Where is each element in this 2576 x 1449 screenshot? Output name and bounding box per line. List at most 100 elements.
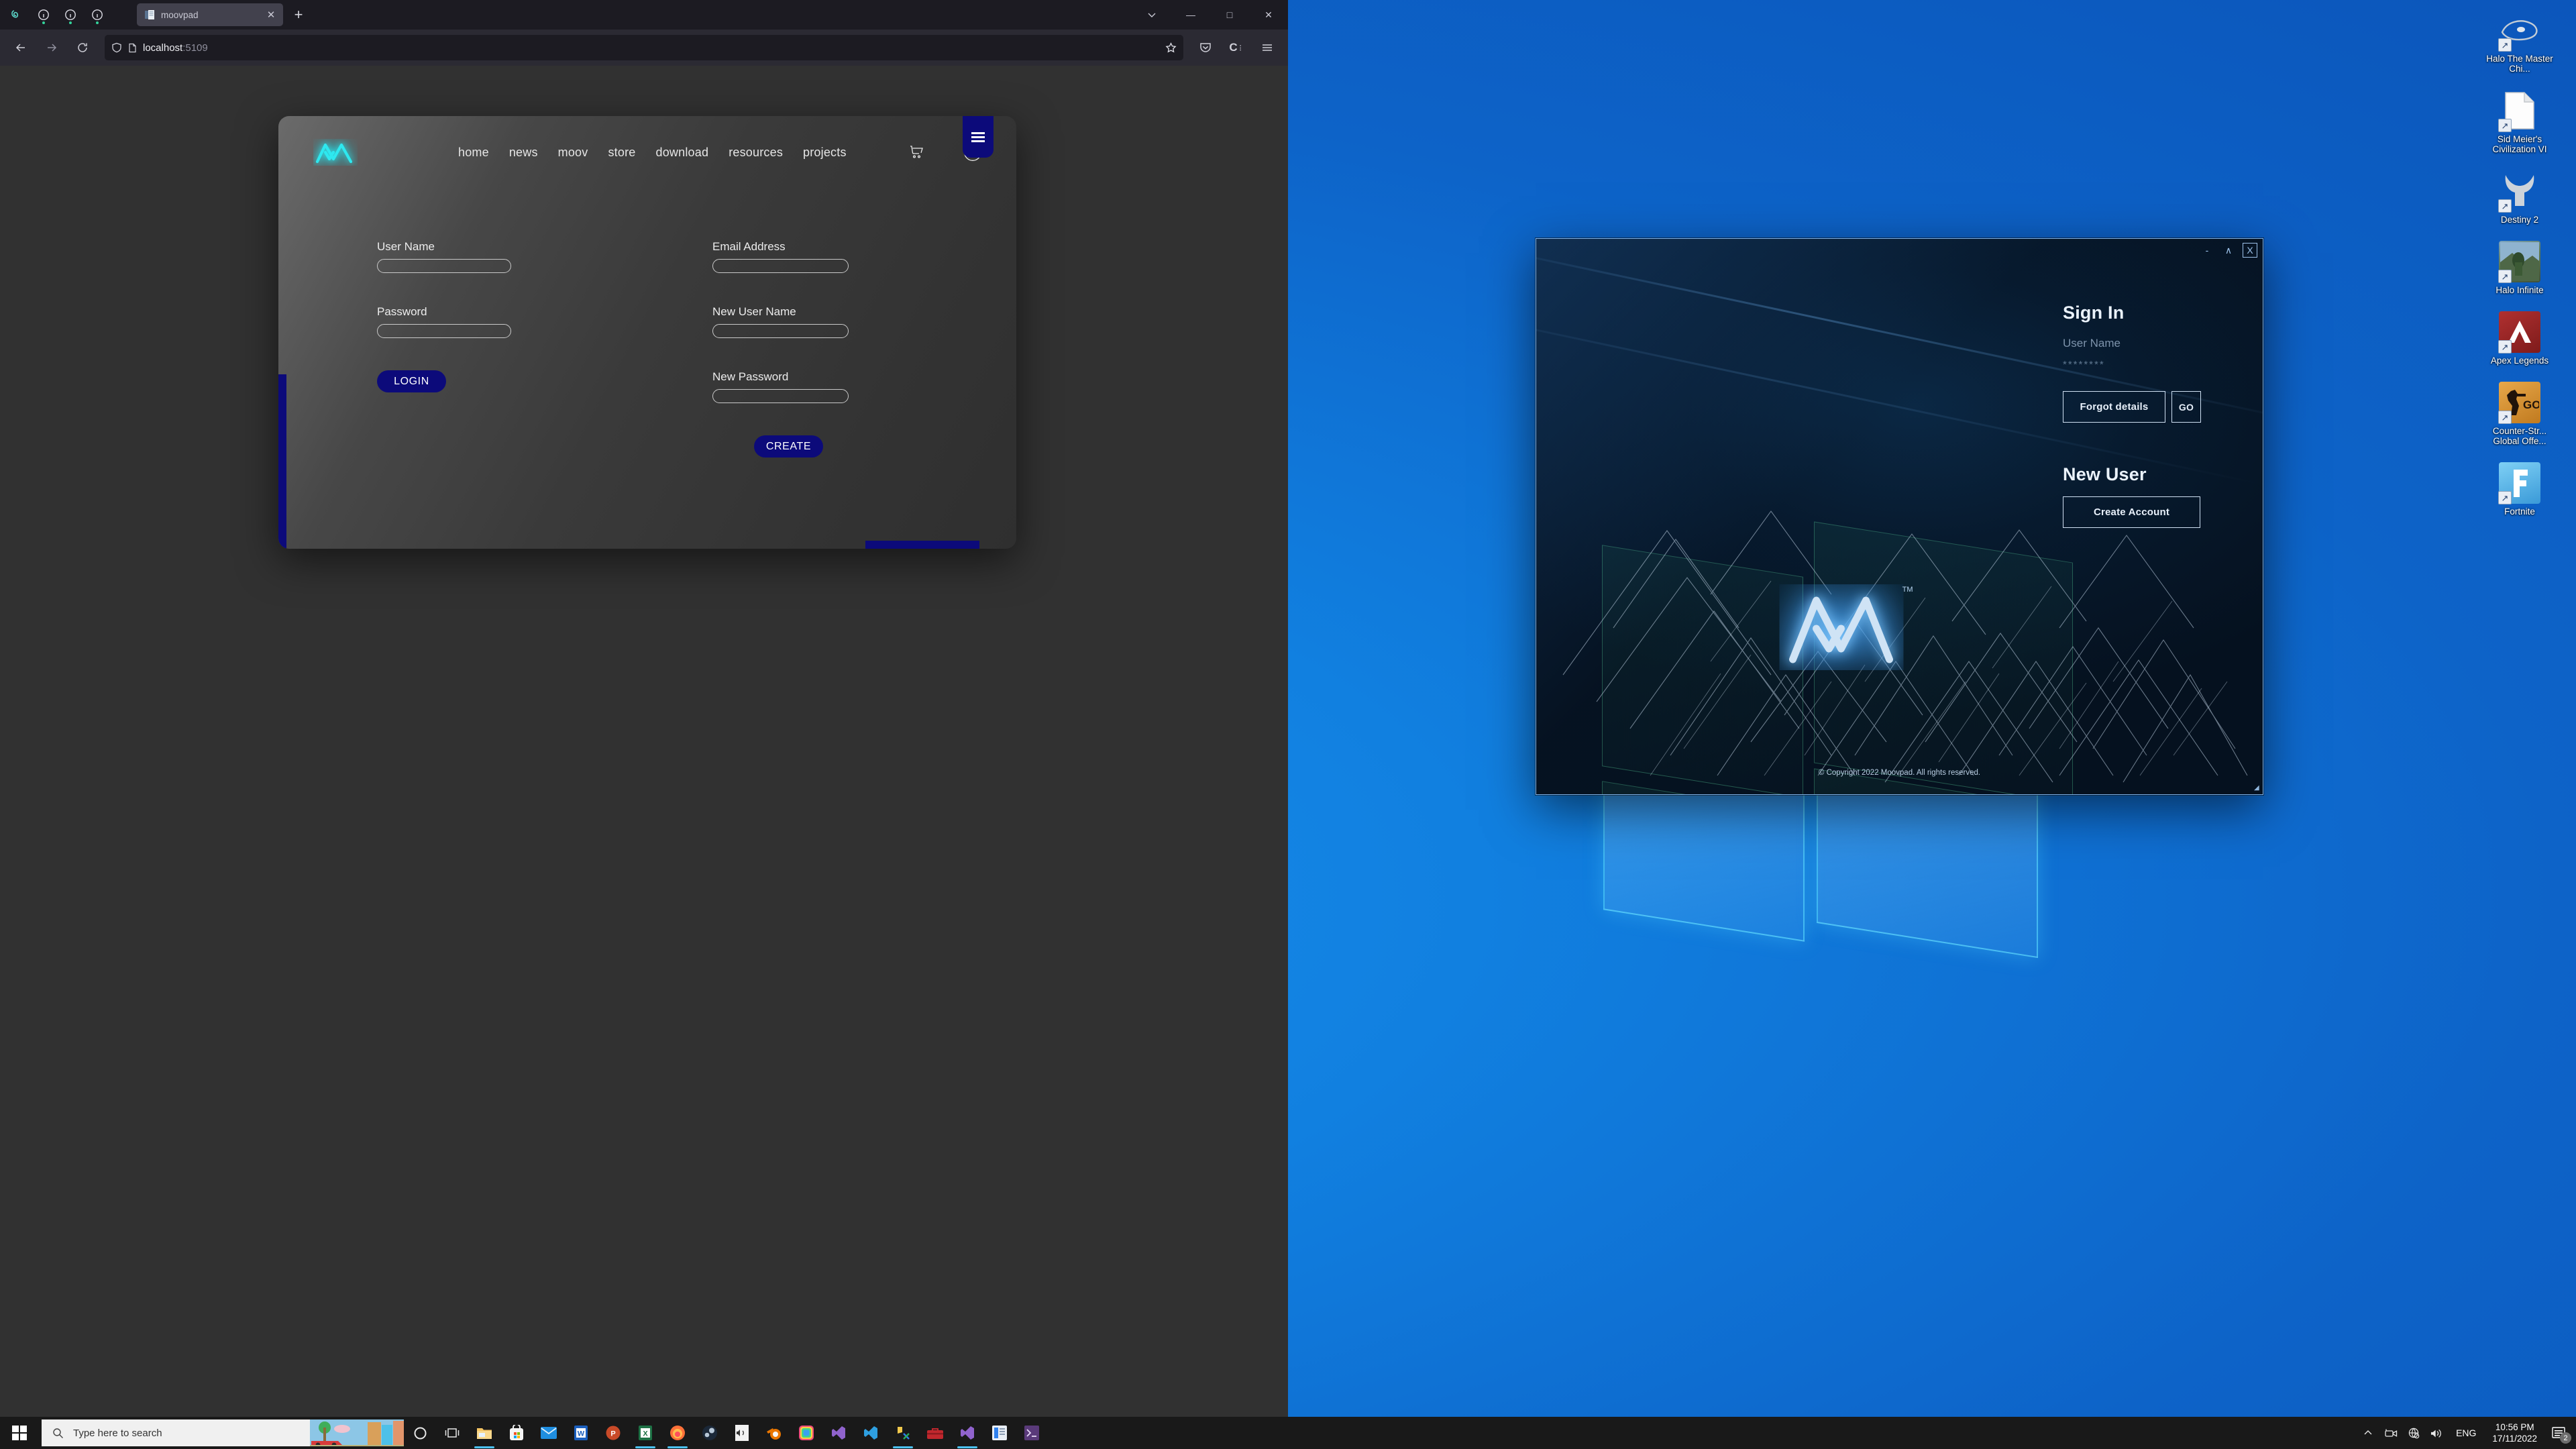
new-password-input[interactable] [712, 389, 849, 403]
email-address-input[interactable] [712, 259, 849, 273]
firefox-icon[interactable] [661, 1417, 694, 1449]
desktop-icon-destiny-2[interactable]: ↗ Destiny 2 [2482, 170, 2557, 225]
site-menu: home news moov store download resources … [458, 146, 847, 160]
window-close-button[interactable]: ✕ [1249, 0, 1288, 30]
container-tab-icon[interactable] [58, 3, 83, 26]
site-menu-item-projects[interactable]: projects [803, 146, 847, 160]
word-icon[interactable]: W [565, 1417, 597, 1449]
site-menu-item-store[interactable]: store [608, 146, 635, 160]
pocket-icon[interactable] [1191, 35, 1220, 60]
signin-username-input[interactable]: User Name [2063, 337, 2237, 350]
vs-code-icon[interactable] [855, 1417, 887, 1449]
site-menu-item-download[interactable]: download [656, 146, 709, 160]
new-tab-button[interactable]: + [287, 3, 310, 26]
shopping-cart-icon[interactable] [905, 141, 928, 164]
action-center-icon[interactable]: 2 [2545, 1417, 2572, 1449]
running-indicator [893, 1446, 913, 1448]
desktop-icon-apex-legends[interactable]: ↗ Apex Legends [2482, 311, 2557, 366]
new-user-name-input[interactable] [712, 324, 849, 338]
windows-start-icon[interactable] [0, 1417, 39, 1449]
toolbox-icon[interactable] [919, 1417, 951, 1449]
list-all-tabs-button[interactable] [1132, 0, 1171, 30]
signin-window-titlebar[interactable]: - ∧ X [2200, 239, 2263, 262]
sticky-notes-icon[interactable] [983, 1417, 1016, 1449]
window-minimize-button[interactable]: - [2200, 243, 2214, 258]
site-menu-item-resources[interactable]: resources [729, 146, 783, 160]
signin-password-input[interactable]: ******** [2063, 359, 2237, 372]
container-icon[interactable]: C ⋮ [1222, 35, 1250, 60]
search-icon [52, 1428, 64, 1439]
go-button[interactable]: GO [2171, 391, 2201, 423]
back-icon[interactable] [7, 35, 35, 60]
page-info-icon[interactable] [127, 43, 138, 53]
forward-icon[interactable] [38, 35, 66, 60]
media-player-icon[interactable] [726, 1417, 758, 1449]
csgo-icon: GO ↗ [2498, 382, 2540, 424]
blender-icon[interactable] [758, 1417, 790, 1449]
site-menu-item-moov[interactable]: moov [558, 146, 588, 160]
notification-badge: 2 [2560, 1432, 2571, 1444]
browser-tab-moovpad[interactable]: moovpad ✕ [137, 3, 283, 26]
search-input[interactable]: Type here to search [42, 1419, 404, 1446]
resize-grip-icon[interactable]: ◢ [2254, 785, 2261, 792]
file-explorer-icon[interactable] [468, 1417, 500, 1449]
hamburger-menu-icon[interactable] [1253, 35, 1281, 60]
field-new-password: New Password [712, 370, 994, 403]
network-disconnected-icon[interactable] [2402, 1417, 2425, 1449]
window-close-button[interactable]: X [2243, 243, 2257, 258]
firefox-view-icon[interactable] [4, 3, 30, 26]
new-user-heading: New User [2063, 464, 2147, 484]
create-button[interactable]: CREATE [754, 435, 823, 458]
site-menu-item-home[interactable]: home [458, 146, 489, 160]
firefox-browser-window[interactable]: moovpad ✕ + — □ ✕ localhost:5109 C ⋮ hom… [0, 0, 1288, 1426]
moovpad-m-logo[interactable] [313, 139, 358, 166]
dev-tools-icon[interactable] [887, 1417, 919, 1449]
user-name-input[interactable] [377, 259, 511, 273]
terminal-icon[interactable] [1016, 1417, 1048, 1449]
mail-icon[interactable] [533, 1417, 565, 1449]
desktop-icon-halo-infinite[interactable]: ↗ Halo Infinite [2482, 241, 2557, 295]
copyright-symbol: © [1818, 769, 1825, 777]
forgot-details-button[interactable]: Forgot details [2063, 391, 2165, 423]
desktop-icon-halo-mcc[interactable]: ↗ Halo The Master Chi... [2482, 9, 2557, 74]
powerpoint-icon[interactable]: P [597, 1417, 629, 1449]
site-menu-item-news[interactable]: news [509, 146, 538, 160]
camera-off-icon[interactable] [2379, 1417, 2402, 1449]
login-button[interactable]: LOGIN [377, 370, 446, 392]
close-icon[interactable]: ✕ [264, 8, 278, 21]
url-text: localhost:5109 [143, 42, 208, 54]
chevron-up-icon[interactable] [2357, 1417, 2379, 1449]
clock[interactable]: 10:56 PM 17/11/2022 [2484, 1421, 2545, 1444]
language-indicator[interactable]: ENG [2448, 1428, 2484, 1438]
url-address-bar[interactable]: localhost:5109 [105, 35, 1183, 60]
reload-icon[interactable] [68, 35, 97, 60]
clock-time: 10:56 PM [2495, 1422, 2534, 1432]
svg-text:W: W [578, 1430, 585, 1438]
site-hamburger-menu-button[interactable] [963, 116, 994, 158]
running-indicator [957, 1446, 977, 1448]
password-input[interactable] [377, 324, 511, 338]
visual-studio-icon[interactable] [822, 1417, 855, 1449]
desktop-icon-civilization-vi[interactable]: ↗ Sid Meier's Civilization VI [2482, 90, 2557, 154]
moovpad-signin-window[interactable]: TM - ∧ X Sign In User Name ******** Forg… [1536, 238, 2263, 795]
container-tab-icon[interactable] [31, 3, 56, 26]
create-account-button[interactable]: Create Account [2063, 496, 2200, 528]
photos-icon[interactable] [790, 1417, 822, 1449]
window-maximize-button[interactable]: □ [1210, 0, 1249, 30]
shield-icon[interactable] [111, 42, 122, 53]
task-view-icon[interactable] [436, 1417, 468, 1449]
container-tab-icon[interactable] [85, 3, 110, 26]
star-icon[interactable] [1165, 42, 1177, 54]
microsoft-store-icon[interactable] [500, 1417, 533, 1449]
shortcut-arrow-icon: ↗ [2498, 119, 2512, 132]
container-indicator-dot [69, 21, 72, 24]
steam-icon[interactable] [694, 1417, 726, 1449]
window-minimize-button[interactable]: — [1171, 0, 1210, 30]
volume-icon[interactable] [2425, 1417, 2448, 1449]
cortana-icon[interactable] [404, 1417, 436, 1449]
desktop-icon-fortnite[interactable]: ↗ Fortnite [2482, 462, 2557, 517]
window-maximize-button[interactable]: ∧ [2221, 243, 2236, 258]
excel-icon[interactable]: X [629, 1417, 661, 1449]
desktop-icon-csgo[interactable]: GO ↗ Counter-Str... Global Offe... [2482, 382, 2557, 446]
visual-studio-icon[interactable] [951, 1417, 983, 1449]
